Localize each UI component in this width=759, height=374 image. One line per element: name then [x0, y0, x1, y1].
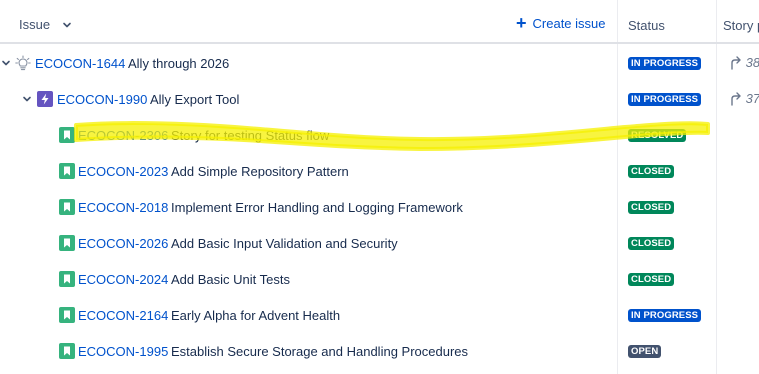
table-row[interactable]: ECOCON-1990 Ally Export Tool IN PROGRESS… [0, 81, 759, 117]
status-badge[interactable]: CLOSED [628, 165, 675, 178]
redirect-arrow-icon [731, 92, 741, 106]
epic-lightning-icon [37, 91, 53, 107]
issue-summary[interactable]: Ally through 2026 [128, 56, 229, 71]
issue-summary[interactable]: Add Simple Repository Pattern [171, 164, 349, 179]
story-bookmark-icon [59, 163, 75, 179]
issue-key-link[interactable]: ECOCON-2026 [78, 236, 168, 251]
status-badge[interactable]: OPEN [628, 345, 662, 358]
table-row[interactable]: ECOCON-1995 Establish Secure Storage and… [0, 333, 759, 369]
issue-key-link[interactable]: ECOCON-1990 [57, 92, 147, 107]
issue-key-link[interactable]: ECOCON-2018 [78, 200, 168, 215]
table-row[interactable]: ECOCON-2306 Story for testing Status flo… [0, 117, 759, 153]
table-row[interactable]: ECOCON-2018 Implement Error Handling and… [0, 189, 759, 225]
issue-key-link[interactable]: ECOCON-2164 [78, 308, 168, 323]
issue-key-link[interactable]: ECOCON-1995 [78, 344, 168, 359]
issue-key-link[interactable]: ECOCON-2023 [78, 164, 168, 179]
chevron-down-icon[interactable] [22, 94, 32, 104]
table-row[interactable]: ECOCON-1644 Ally through 2026 IN PROGRES… [0, 45, 759, 81]
story-bookmark-icon [59, 343, 75, 359]
table-header: Issue + Create issue Status Story p [0, 0, 759, 44]
story-bookmark-icon [59, 271, 75, 287]
status-badge[interactable]: IN PROGRESS [628, 93, 702, 106]
status-badge[interactable]: CLOSED [628, 237, 675, 250]
issue-key-link[interactable]: ECOCON-2306 [78, 128, 168, 143]
redirect-arrow-icon [731, 56, 741, 70]
table-row[interactable]: ECOCON-2023 Add Simple Repository Patter… [0, 153, 759, 189]
issue-summary[interactable]: Add Basic Unit Tests [171, 272, 290, 287]
issue-summary[interactable]: Add Basic Input Validation and Security [171, 236, 398, 251]
issue-key-link[interactable]: ECOCON-1644 [35, 56, 125, 71]
issue-summary[interactable]: Establish Secure Storage and Handling Pr… [171, 344, 468, 359]
status-badge[interactable]: RESOLVED [628, 129, 687, 142]
status-badge[interactable]: IN PROGRESS [628, 57, 702, 70]
status-badge[interactable]: CLOSED [628, 273, 675, 286]
lightbulb-icon [15, 55, 31, 71]
story-points-column-header[interactable]: Story p [723, 18, 759, 33]
table-row[interactable]: ECOCON-2164 Early Alpha for Advent Healt… [0, 297, 759, 333]
story-bookmark-icon [59, 199, 75, 215]
issue-column-label: Issue [19, 17, 51, 32]
chevron-down-icon[interactable] [1, 58, 11, 68]
issue-column-header[interactable]: Issue [19, 17, 72, 32]
issue-summary[interactable]: Implement Error Handling and Logging Fra… [171, 200, 463, 215]
table-row[interactable]: ECOCON-2024 Add Basic Unit Tests CLOSED [0, 261, 759, 297]
plus-icon: + [516, 13, 527, 33]
issue-summary[interactable]: Ally Export Tool [150, 92, 239, 107]
create-issue-label: Create issue [532, 16, 606, 31]
issue-summary[interactable]: Early Alpha for Advent Health [171, 308, 340, 323]
create-issue-button[interactable]: + Create issue [516, 13, 606, 33]
status-badge[interactable]: CLOSED [628, 201, 675, 214]
story-points-cell: 38 [730, 55, 759, 70]
story-points-cell: 37 [730, 91, 759, 106]
story-bookmark-icon [59, 307, 75, 323]
issue-key-link[interactable]: ECOCON-2024 [78, 272, 168, 287]
status-column-header[interactable]: Status [628, 18, 665, 33]
issue-summary[interactable]: Story for testing Status flow [171, 128, 329, 143]
table-row[interactable]: ECOCON-2026 Add Basic Input Validation a… [0, 225, 759, 261]
chevron-down-icon[interactable] [62, 20, 72, 30]
status-badge[interactable]: IN PROGRESS [628, 309, 702, 322]
story-points-value: 37 [745, 91, 759, 106]
issue-hierarchy-table: Issue + Create issue Status Story p [0, 0, 759, 374]
story-bookmark-icon [59, 235, 75, 251]
story-points-value: 38 [745, 55, 759, 70]
story-bookmark-icon [59, 127, 75, 143]
